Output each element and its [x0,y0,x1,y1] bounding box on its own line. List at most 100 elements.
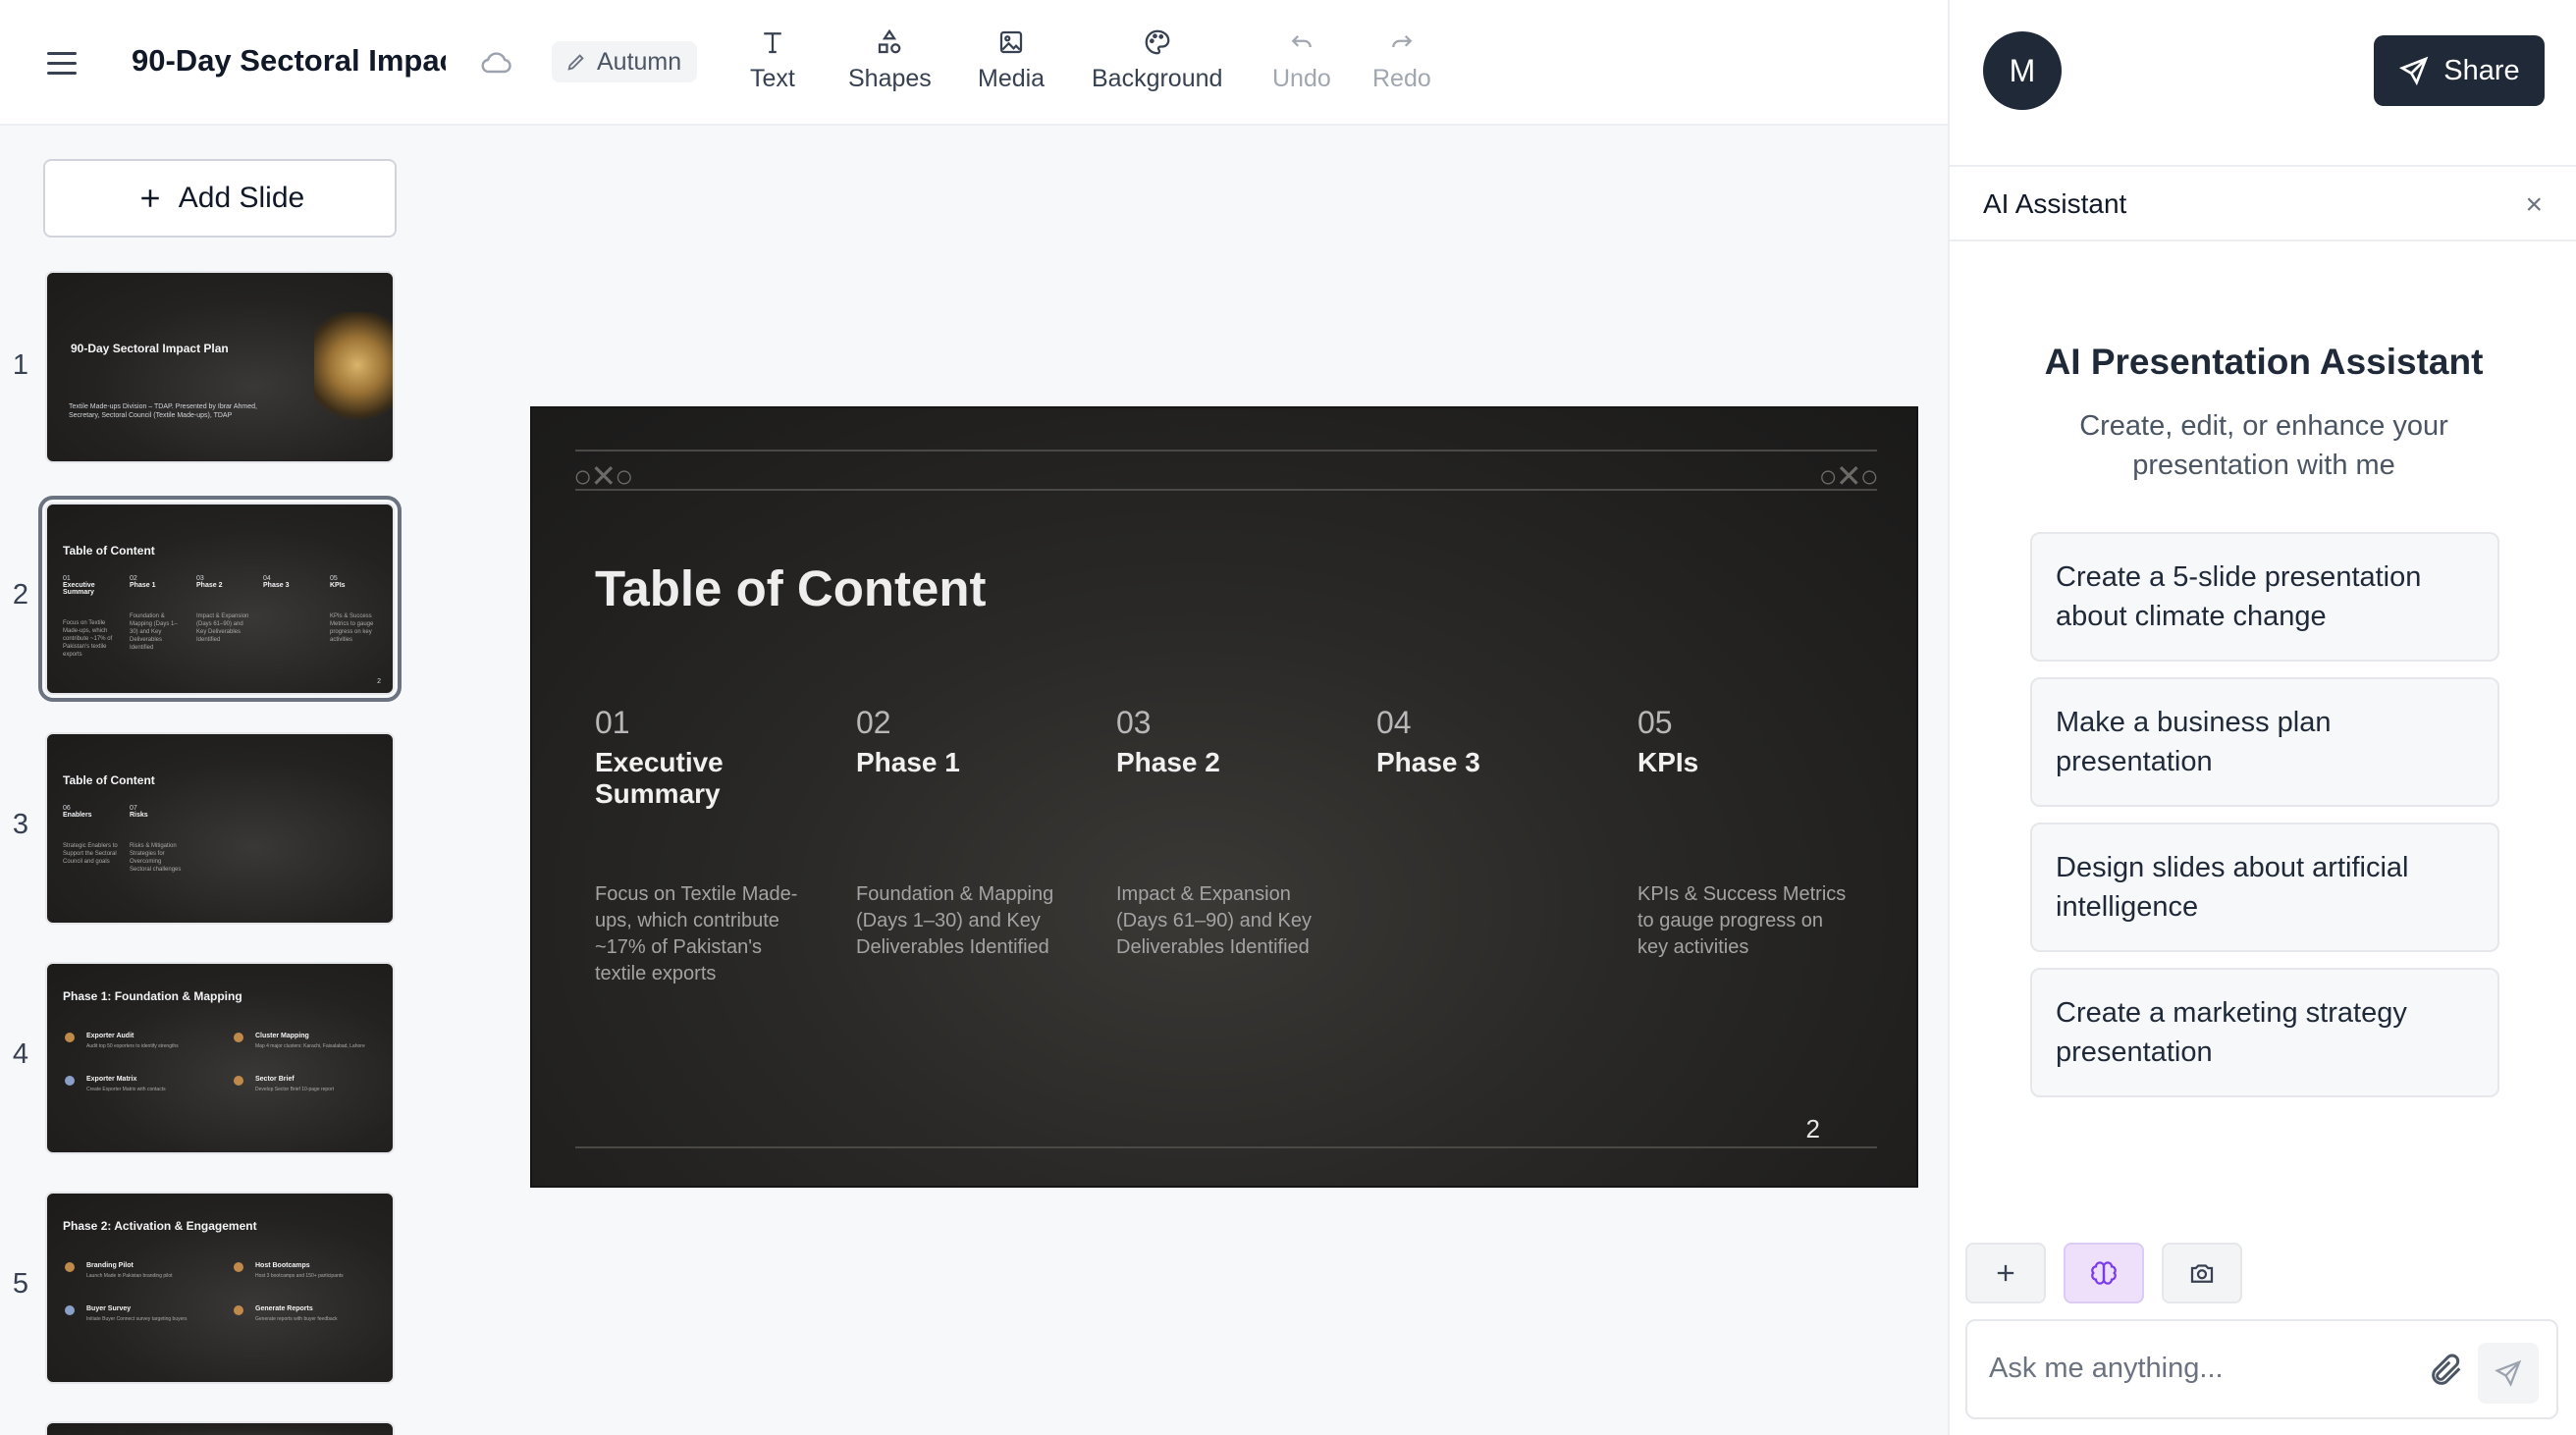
toc-description: Impact & Expansion (Days 61–90) and Key … [1116,883,1313,958]
item-icon [234,1033,243,1042]
thumb-col: 04 Phase 3 [263,575,290,589]
item-icon [65,1033,75,1042]
thumb-item: Host Bootcamps Host 3 bootcamps and 150+ … [255,1262,344,1279]
toc-column[interactable]: 03 Phase 2 Impact & Expansion (Days 61–9… [1116,705,1332,958]
send-icon [2399,56,2429,86]
undo-icon [1291,34,1312,48]
tool-text-label: Text [750,65,795,92]
hamburger-menu-icon[interactable] [47,43,86,82]
user-avatar[interactable]: M [1983,31,2062,110]
toc-heading: Phase 3 [1376,747,1480,777]
slide-number: 4 [12,1038,29,1070]
slide-number: 5 [12,1268,29,1300]
toc-number: 01 [595,705,630,740]
send-message-button[interactable] [2478,1343,2539,1404]
chat-input[interactable] [1989,1347,2421,1390]
palette-icon [1145,29,1170,55]
thumb-item: Cluster Mapping Map 4 major clusters: Kar… [255,1033,365,1049]
cloud-sync-icon [481,52,511,74]
app-root: 90-Day Sectoral Impac Autumn Text Shapes… [0,0,2576,1435]
item-icon [234,1262,243,1272]
assistant-heading: AI Presentation Assistant [2044,342,2484,382]
redo-icon [1392,34,1413,48]
paperclip-icon[interactable] [2427,1351,2466,1390]
thumb-title: Table of Content [63,773,155,787]
thumb-title: Phase 2: Activation & Engagement [63,1219,257,1233]
thumb-col: 05 KPIs KPIs & Success Metrics to gauge pr… [330,575,374,643]
slide-thumbnail-1[interactable]: 90-Day Sectoral Impact Plan Textile Made… [45,271,395,463]
share-button[interactable]: Share [2374,35,2545,106]
tool-media[interactable]: Media [978,27,1045,93]
thumb-title: Phase 1: Foundation & Mapping [63,989,242,1003]
suggestion-button[interactable]: Make a business plan presentation [2030,677,2499,807]
share-label: Share [2443,54,2520,86]
thumb-col: 06 Enablers Strategic Enablers to Support … [63,805,118,865]
slide-thumbnail-4[interactable]: Phase 1: Foundation & Mapping Exporter A… [45,962,395,1154]
tool-media-label: Media [978,65,1046,92]
thumb-title: 90-Day Sectoral Impact Plan [71,342,229,355]
toc-column[interactable]: 01 Executive Summary Focus on Textile Ma… [595,705,811,984]
tool-redo-label: Redo [1372,65,1431,92]
slide-page-number: 2 [1805,1114,1820,1143]
assistant-header: AI Assistant × [1948,165,2576,241]
toc-number: 04 [1376,705,1412,740]
item-icon [234,1076,243,1086]
chat-input-box [1965,1319,2558,1419]
assistant-subheading: Create, edit, or enhance your presentati… [2079,410,2448,481]
add-button[interactable] [1965,1243,2046,1303]
toc-number: 03 [1116,705,1152,740]
tool-background-label: Background [1092,65,1223,92]
item-icon [65,1305,75,1315]
tool-redo[interactable]: Redo [1372,27,1431,93]
slide-thumbnail-3[interactable]: Table of Content 06 Enablers Strategic Ena… [45,732,395,925]
toc-column[interactable]: 02 Phase 1 Foundation & Mapping (Days 1–… [856,705,1072,958]
brush-icon [567,54,584,71]
theme-selector[interactable]: Autumn [552,41,698,82]
thumb-item: Sector Brief Develop Sector Brief 10-page… [255,1076,335,1092]
tool-undo-label: Undo [1272,65,1331,92]
toc-number: 02 [856,705,891,740]
screenshot-button[interactable] [2162,1243,2242,1303]
slide-number: 2 [12,579,29,611]
document-title[interactable]: 90-Day Sectoral Impac [132,43,446,79]
toc-column[interactable]: 04 Phase 3 [1376,705,1592,778]
tool-background[interactable]: Background [1092,27,1222,93]
shapes-icon [879,28,901,54]
thumb-subtitle: Textile Made-ups Division – TDAP. Presen… [69,403,257,419]
slide-number: 1 [12,349,29,381]
toc-column[interactable]: 05 KPIs KPIs & Success Metrics to gauge … [1637,705,1853,958]
toc-number: 05 [1637,705,1673,740]
plus-icon [1997,1264,2014,1282]
suggestion-button[interactable]: Design slides about artificial intellige… [2030,823,2499,952]
divider [575,1146,1877,1148]
suggestion-button[interactable]: Create a marketing strategy presentation [2030,968,2499,1097]
item-icon [234,1305,243,1315]
add-slide-button[interactable]: Add Slide [43,159,397,238]
ai-mode-button[interactable] [2064,1243,2144,1303]
slide-thumbnail-2[interactable]: Table of Content 01 Executive Summary Focu… [38,496,402,702]
tool-text[interactable]: Text [750,27,795,93]
decorative-sculpture-image [314,312,393,430]
slide-thumbnail-6[interactable] [45,1421,395,1435]
thumb-title: Table of Content [63,544,155,558]
thumb-col: 03 Phase 2 Impact & Expansion (Days 61–90)… [196,575,249,643]
main-slide-canvas[interactable]: ○✕○ ○✕○ Table of Content 01 Executive Su… [530,406,1918,1188]
add-slide-label: Add Slide [178,182,305,214]
brain-icon [2091,1261,2117,1285]
thumb-col: 02 Phase 1 Foundation & Mapping (Days 1–30… [130,575,178,651]
camera-icon [2190,1264,2214,1283]
slide-number: 3 [12,809,29,840]
toc-heading: Executive Summary [595,747,724,809]
suggestion-button[interactable]: Create a 5-slide presentation about clim… [2030,532,2499,662]
slide-title[interactable]: Table of Content [595,559,987,617]
top-toolbar: 90-Day Sectoral Impac Autumn Text Shapes… [0,0,1948,126]
tool-shapes[interactable]: Shapes [848,27,932,93]
thumb-item: Branding Pilot Launch Made in Pakistan br… [86,1262,173,1279]
toc-description: Focus on Textile Made-ups, which contrib… [595,883,798,984]
toc-description: Foundation & Mapping (Days 1–30) and Key… [856,883,1054,958]
thumb-item: Buyer Survey Initiate Buyer Connect surve… [86,1305,188,1322]
assistant-panel-title: AI Assistant [1983,188,2127,219]
close-icon[interactable]: × [2525,188,2543,222]
tool-undo[interactable]: Undo [1272,27,1331,93]
slide-thumbnail-5[interactable]: Phase 2: Activation & Engagement Brandin… [45,1192,395,1384]
